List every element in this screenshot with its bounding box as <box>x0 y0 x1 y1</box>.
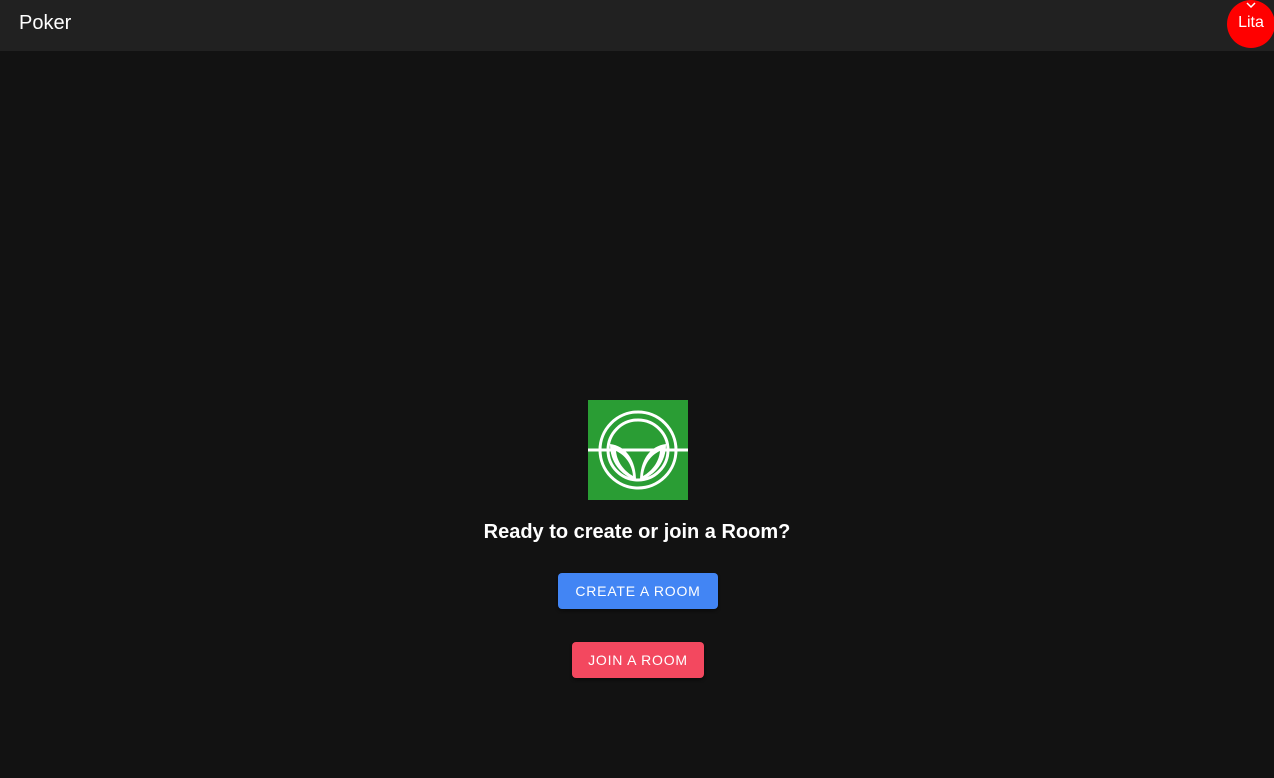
user-avatar[interactable]: Lita <box>1227 0 1274 48</box>
lobby-prompt: Ready to create or join a Room? <box>483 521 791 543</box>
app-header: Poker Lita <box>0 0 1274 51</box>
sprout-logo-icon <box>588 400 688 500</box>
join-room-button[interactable]: JOIN A ROOM <box>572 642 704 678</box>
create-room-button[interactable]: CREATE A ROOM <box>558 573 718 609</box>
chevron-down-icon[interactable] <box>1245 1 1257 9</box>
user-name: Lita <box>1238 14 1264 31</box>
lobby-content: Ready to create or join a Room? CREATE A… <box>0 51 1274 778</box>
app-title: Poker <box>19 12 72 34</box>
